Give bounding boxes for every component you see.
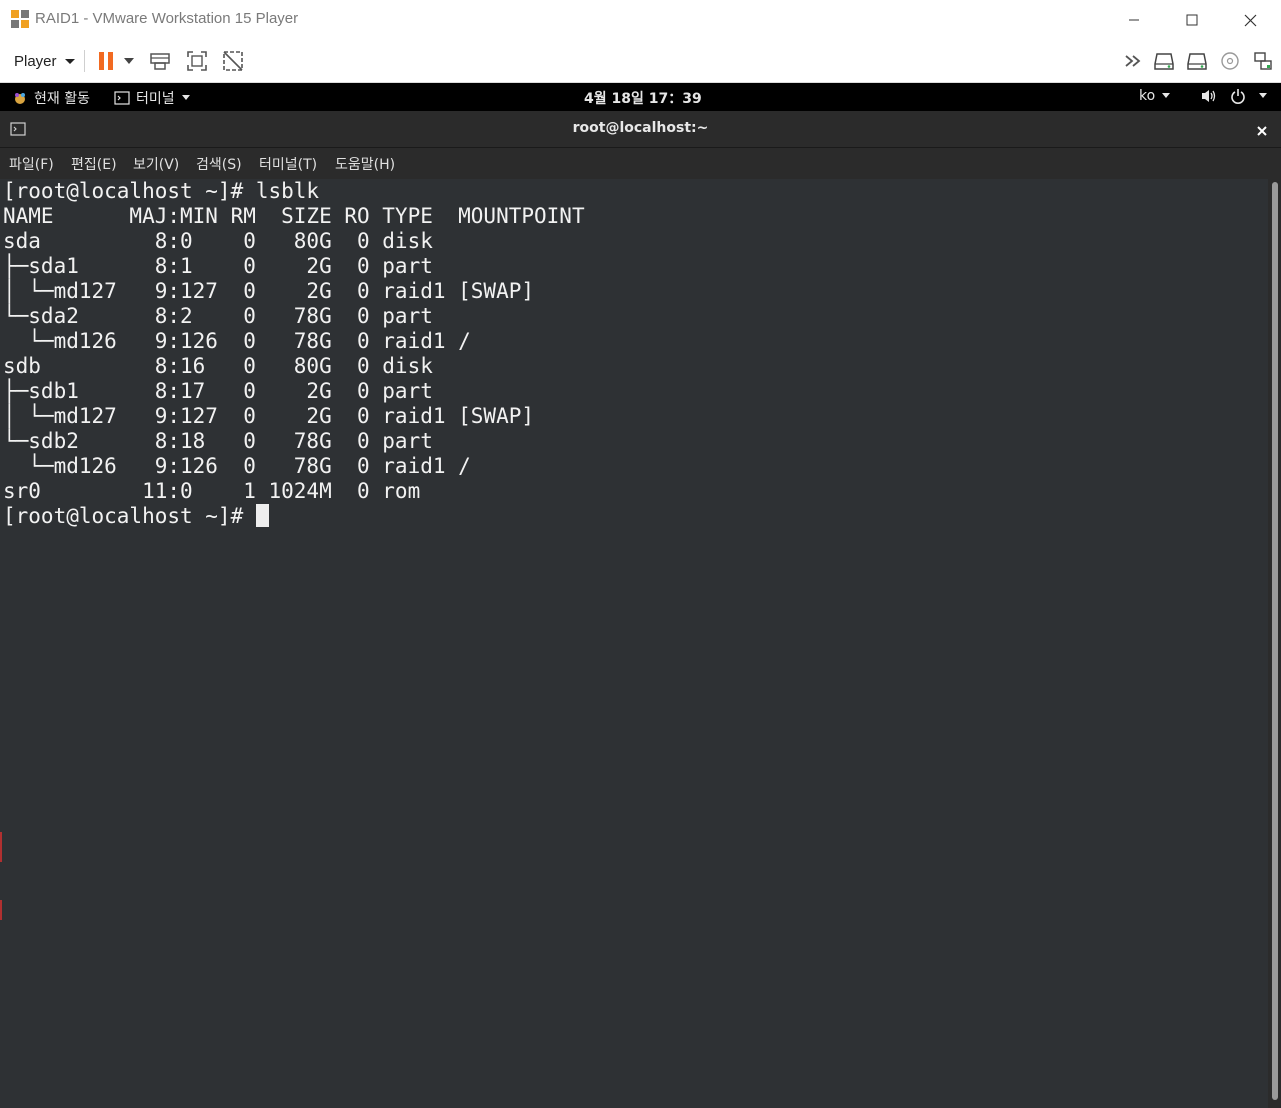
network-adapter-icon[interactable] <box>1250 48 1276 74</box>
pause-icon[interactable] <box>93 48 119 74</box>
volume-icon <box>1202 90 1216 102</box>
terminal-headerbar: root@localhost:~ <box>0 111 1281 148</box>
maximize-button[interactable] <box>1163 0 1221 40</box>
power-icon <box>1231 89 1245 104</box>
hard-disk-2-icon[interactable] <box>1184 48 1210 74</box>
send-ctrl-alt-del-icon[interactable] <box>147 48 173 74</box>
vmware-toolbar: Player <box>0 40 1281 83</box>
minimize-button[interactable] <box>1105 0 1163 40</box>
fullscreen-icon[interactable] <box>184 48 210 74</box>
terminal-line: │ └─md127 9:127 0 2G 0 raid1 [SWAP] <box>3 279 535 303</box>
menu-terminal[interactable]: 터미널(T) <box>259 154 317 174</box>
terminal-line: └─md126 9:126 0 78G 0 raid1 / <box>3 329 471 353</box>
chevron-down-icon <box>181 95 190 100</box>
terminal-line: [root@localhost ~]# lsblk <box>3 179 320 203</box>
window-edge-marker <box>0 832 2 862</box>
text-cursor <box>255 504 269 527</box>
activities-button[interactable]: 현재 활동 <box>12 88 90 108</box>
gnome-top-bar: 현재 활동 터미널 4월 18일 17：39 ko <box>0 83 1281 111</box>
window-titlebar: RAID1 - VMware Workstation 15 Player <box>0 0 1281 41</box>
terminal-line: │ └─md127 9:127 0 2G 0 raid1 [SWAP] <box>3 404 535 428</box>
terminal-app-menu[interactable]: 터미널 <box>114 88 191 108</box>
gnome-foot-icon <box>15 93 25 104</box>
menu-edit[interactable]: 편집(E) <box>71 154 117 174</box>
window-title: RAID1 - VMware Workstation 15 Player <box>35 10 299 27</box>
terminal-menubar: 파일(F) 편집(E) 보기(V) 검색(S) 터미널(T) 도움말(H) <box>0 148 1281 179</box>
scrollbar-thumb[interactable] <box>1272 182 1278 1100</box>
player-menu-label: Player <box>14 52 57 70</box>
close-button[interactable] <box>1221 0 1279 40</box>
terminal-line: └─sda2 8:2 0 78G 0 part <box>3 304 433 328</box>
toolbar-separator <box>84 50 85 72</box>
terminal-app-label: 터미널 <box>136 91 175 107</box>
player-menu-button[interactable]: Player <box>6 48 83 74</box>
terminal-icon <box>114 91 130 105</box>
unity-icon[interactable] <box>220 48 246 74</box>
input-language-menu[interactable]: ko <box>1139 88 1171 104</box>
clock[interactable]: 4월 18일 17：39 <box>584 88 702 108</box>
chevron-down-icon <box>64 58 75 64</box>
terminal-line: NAME MAJ:MIN RM SIZE RO TYPE MOUNTPOINT <box>3 204 585 228</box>
menu-help[interactable]: 도움말(H) <box>335 154 395 174</box>
terminal-output[interactable]: [root@localhost ~]# lsblk NAME MAJ:MIN RM… <box>0 179 1268 1108</box>
menu-file[interactable]: 파일(F) <box>9 154 54 174</box>
terminal-close-button[interactable] <box>1256 122 1268 141</box>
terminal-line: sr0 11:0 1 1024M 0 rom <box>3 479 421 503</box>
cd-rom-icon[interactable] <box>1217 48 1243 74</box>
more-devices-icon[interactable] <box>1122 48 1148 74</box>
activities-label: 현재 활동 <box>34 91 90 107</box>
menu-search[interactable]: 검색(S) <box>196 154 242 174</box>
terminal-line: └─sdb2 8:18 0 78G 0 part <box>3 429 433 453</box>
terminal-prompt-line: [root@localhost ~]# <box>3 504 1268 529</box>
terminal-line: sda 8:0 0 80G 0 disk <box>3 229 433 253</box>
terminal-title: root@localhost:~ <box>572 120 709 136</box>
terminal-line: ├─sda1 8:1 0 2G 0 part <box>3 254 433 278</box>
input-language-label: ko <box>1139 88 1156 104</box>
hard-disk-icon[interactable] <box>1151 48 1177 74</box>
terminal-line: └─md126 9:126 0 78G 0 raid1 / <box>3 454 471 478</box>
terminal-prompt: [root@localhost ~]# <box>3 504 256 528</box>
system-menu[interactable] <box>1200 88 1268 104</box>
window-edge-marker <box>0 900 2 920</box>
close-icon <box>1257 126 1267 136</box>
menu-view[interactable]: 보기(V) <box>133 154 179 174</box>
vmware-app-icon <box>10 9 30 29</box>
terminal-line: ├─sdb1 8:17 0 2G 0 part <box>3 379 433 403</box>
chevron-down-icon <box>1259 93 1267 98</box>
pause-dropdown-icon[interactable] <box>119 48 139 74</box>
chevron-down-icon <box>1162 93 1171 98</box>
terminal-line: sdb 8:16 0 80G 0 disk <box>3 354 433 378</box>
